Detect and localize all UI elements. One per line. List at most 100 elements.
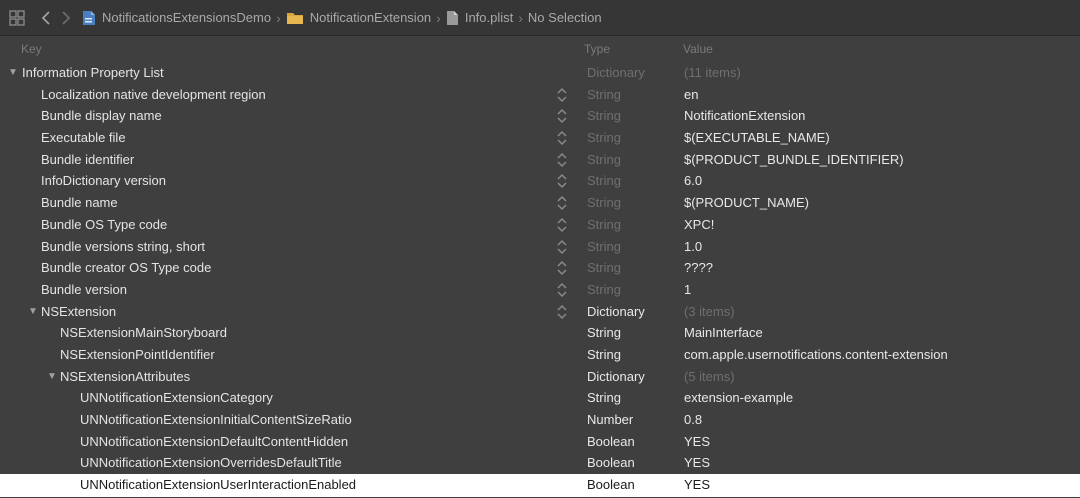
plist-row[interactable]: Bundle version String 1	[0, 279, 1080, 301]
plist-value[interactable]: 1.0	[684, 236, 702, 258]
back-arrow-icon[interactable]	[36, 8, 56, 28]
forward-arrow-icon[interactable]	[56, 8, 76, 28]
column-header-type[interactable]: Type	[584, 42, 610, 56]
plist-type[interactable]: String	[587, 192, 621, 214]
plist-value[interactable]: $(EXECUTABLE_NAME)	[684, 127, 830, 149]
column-header-value[interactable]: Value	[683, 42, 713, 56]
plist-value[interactable]: extension-example	[684, 387, 793, 409]
plist-key[interactable]: Bundle identifier	[41, 149, 134, 171]
plist-value[interactable]: en	[684, 84, 698, 106]
plist-type[interactable]: String	[587, 387, 621, 409]
plist-type[interactable]: String	[587, 279, 621, 301]
plist-key[interactable]: Bundle display name	[41, 105, 162, 127]
plist-type[interactable]: Dictionary	[587, 366, 645, 388]
up-down-stepper-icon[interactable]	[555, 87, 569, 103]
plist-type[interactable]: Dictionary	[587, 301, 645, 323]
plist-type[interactable]: String	[587, 257, 621, 279]
plist-row[interactable]: UNNotificationExtensionUserInteractionEn…	[0, 474, 1080, 498]
plist-value[interactable]: XPC!	[684, 214, 714, 236]
plist-type[interactable]: String	[587, 322, 621, 344]
plist-type[interactable]: String	[587, 127, 621, 149]
plist-key[interactable]: NSExtensionAttributes	[60, 366, 190, 388]
up-down-stepper-icon[interactable]	[555, 239, 569, 255]
breadcrumb-file[interactable]: Info.plist	[446, 10, 513, 26]
plist-value[interactable]: com.apple.usernotifications.content-exte…	[684, 344, 948, 366]
disclosure-triangle-icon[interactable]: ▼	[28, 301, 38, 323]
plist-key[interactable]: UNNotificationExtensionDefaultContentHid…	[80, 431, 348, 453]
plist-type[interactable]: String	[587, 105, 621, 127]
plist-row[interactable]: UNNotificationExtensionInitialContentSiz…	[0, 409, 1080, 431]
plist-type[interactable]: String	[587, 344, 621, 366]
plist-type[interactable]: String	[587, 84, 621, 106]
plist-row[interactable]: Bundle versions string, short String 1.0	[0, 236, 1080, 258]
plist-type[interactable]: String	[587, 149, 621, 171]
plist-key[interactable]: Bundle creator OS Type code	[41, 257, 211, 279]
breadcrumb-selection[interactable]: No Selection	[528, 10, 602, 25]
plist-key[interactable]: Localization native development region	[41, 84, 266, 106]
plist-key[interactable]: Bundle version	[41, 279, 127, 301]
plist-key[interactable]: Information Property List	[22, 62, 164, 84]
plist-value[interactable]: YES	[684, 431, 710, 453]
plist-key[interactable]: UNNotificationExtensionInitialContentSiz…	[80, 409, 352, 431]
plist-value[interactable]: $(PRODUCT_NAME)	[684, 192, 809, 214]
plist-value[interactable]: 1	[684, 279, 691, 301]
plist-value[interactable]: 6.0	[684, 170, 702, 192]
plist-row[interactable]: Executable file String $(EXECUTABLE_NAME)	[0, 127, 1080, 149]
up-down-stepper-icon[interactable]	[555, 130, 569, 146]
plist-row[interactable]: Localization native development region St…	[0, 84, 1080, 106]
plist-key[interactable]: Bundle versions string, short	[41, 236, 205, 258]
plist-value[interactable]: 0.8	[684, 409, 702, 431]
plist-value[interactable]: NotificationExtension	[684, 105, 805, 127]
plist-key[interactable]: NSExtensionMainStoryboard	[60, 322, 227, 344]
plist-value[interactable]: (5 items)	[684, 366, 735, 388]
up-down-stepper-icon[interactable]	[555, 217, 569, 233]
plist-value[interactable]: (11 items)	[684, 62, 741, 84]
plist-row[interactable]: Bundle identifier String $(PRODUCT_BUNDLE_…	[0, 149, 1080, 171]
plist-row[interactable]: Bundle creator OS Type code String????	[0, 257, 1080, 279]
plist-row[interactable]: UNNotificationExtensionCategory String ext…	[0, 387, 1080, 409]
up-down-stepper-icon[interactable]	[555, 108, 569, 124]
plist-key[interactable]: NSExtension	[41, 301, 116, 323]
plist-key[interactable]: UNNotificationExtensionCategory	[80, 387, 273, 409]
plist-row[interactable]: NSExtensionPointIdentifier String com.appl…	[0, 344, 1080, 366]
plist-key[interactable]: UNNotificationExtensionOverridesDefaultT…	[80, 452, 342, 474]
plist-row[interactable]: Bundle display name String NotificationExt…	[0, 105, 1080, 127]
disclosure-triangle-icon[interactable]: ▼	[8, 62, 18, 84]
plist-row[interactable]: Bundle OS Type code String XPC!	[0, 214, 1080, 236]
plist-value[interactable]: MainInterface	[684, 322, 763, 344]
plist-value[interactable]: YES	[684, 474, 710, 496]
up-down-stepper-icon[interactable]	[555, 173, 569, 189]
plist-row[interactable]: InfoDictionary version String 6.0	[0, 170, 1080, 192]
plist-row[interactable]: ▼ Information Property List Dictionary (11 …	[0, 62, 1080, 84]
plist-row[interactable]: NSExtensionMainStoryboard String MainInter…	[0, 322, 1080, 344]
plist-value[interactable]: (3 items)	[684, 301, 735, 323]
plist-type[interactable]: Boolean	[587, 452, 635, 474]
plist-key[interactable]: Bundle OS Type code	[41, 214, 167, 236]
plist-type[interactable]: String	[587, 236, 621, 258]
plist-row[interactable]: ▼ NSExtension Dictionary (3 items)	[0, 301, 1080, 323]
plist-row[interactable]: UNNotificationExtensionDefaultContentHid…	[0, 431, 1080, 453]
plist-value[interactable]: YES	[684, 452, 710, 474]
plist-key[interactable]: UNNotificationExtensionUserInteractionEn…	[80, 474, 356, 496]
related-items-grid-icon[interactable]	[8, 9, 26, 27]
plist-type[interactable]: Boolean	[587, 431, 635, 453]
plist-row[interactable]: UNNotificationExtensionOverridesDefaultT…	[0, 452, 1080, 474]
plist-row[interactable]: ▼ NSExtensionAttributes Dictionary (5 items…	[0, 366, 1080, 388]
plist-type[interactable]: Boolean	[587, 474, 635, 496]
disclosure-triangle-icon[interactable]: ▼	[47, 366, 57, 388]
up-down-stepper-icon[interactable]	[555, 260, 569, 276]
plist-type[interactable]: Dictionary	[587, 62, 645, 84]
column-header-key[interactable]: Key	[21, 42, 42, 56]
up-down-stepper-icon[interactable]	[555, 152, 569, 168]
plist-key[interactable]: Executable file	[41, 127, 126, 149]
up-down-stepper-icon[interactable]	[555, 282, 569, 298]
breadcrumb-project[interactable]: NotificationsExtensionsDemo	[82, 10, 271, 26]
plist-row[interactable]: Bundle name String $(PRODUCT_NAME)	[0, 192, 1080, 214]
plist-key[interactable]: InfoDictionary version	[41, 170, 166, 192]
plist-type[interactable]: String	[587, 170, 621, 192]
plist-type[interactable]: String	[587, 214, 621, 236]
up-down-stepper-icon[interactable]	[555, 195, 569, 211]
plist-key[interactable]: NSExtensionPointIdentifier	[60, 344, 215, 366]
plist-key[interactable]: Bundle name	[41, 192, 118, 214]
plist-value[interactable]: ????	[684, 257, 713, 279]
